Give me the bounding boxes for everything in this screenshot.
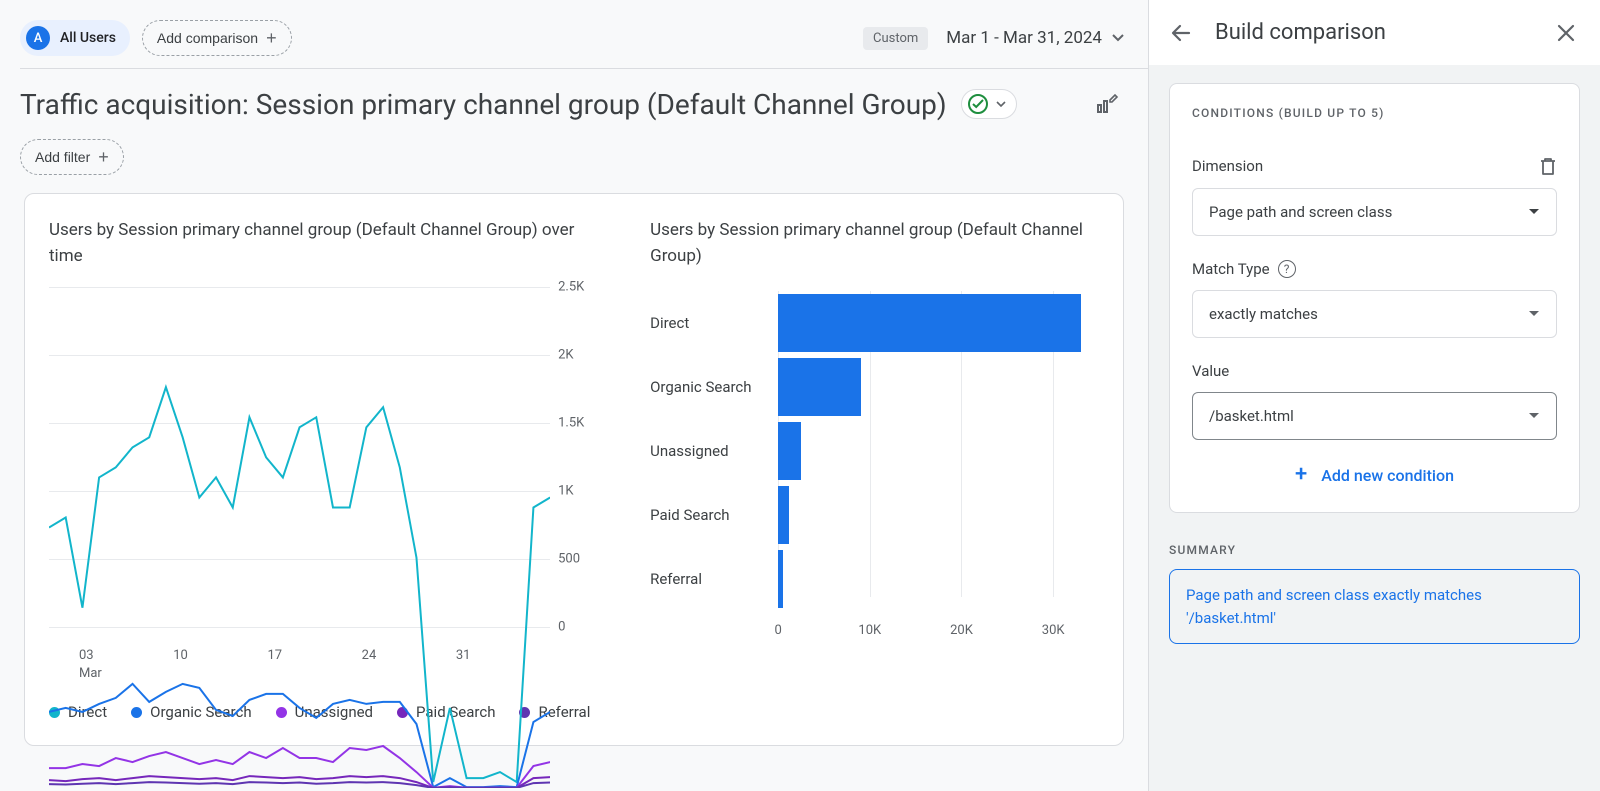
delete-condition-button[interactable] <box>1539 156 1557 176</box>
all-users-avatar: A <box>26 26 50 50</box>
chevron-down-icon <box>1528 310 1540 318</box>
help-icon[interactable]: ? <box>1278 260 1296 278</box>
dimension-select[interactable]: Page path and screen class <box>1192 188 1557 236</box>
add-comparison-label: Add comparison <box>157 30 258 46</box>
close-button[interactable] <box>1556 23 1576 43</box>
line-chart-title: Users by Session primary channel group (… <box>49 218 610 269</box>
arrow-left-icon <box>1169 21 1193 45</box>
close-icon <box>1556 23 1576 43</box>
value-label: Value <box>1192 362 1229 380</box>
customize-report-button[interactable] <box>1090 87 1124 121</box>
plus-icon: + <box>98 148 109 166</box>
top-bar: A All Users Add comparison + Custom Mar … <box>0 0 1148 68</box>
add-new-condition-label: Add new condition <box>1321 466 1454 485</box>
conditions-card: CONDITIONS (BUILD UP TO 5) Dimension Pag… <box>1169 83 1580 513</box>
conditions-header: CONDITIONS (BUILD UP TO 5) <box>1192 106 1557 120</box>
all-users-label: All Users <box>60 30 116 46</box>
bar-chart[interactable]: DirectOrganic SearchUnassignedPaid Searc… <box>650 287 1099 627</box>
bar-chart-title: Users by Session primary channel group (… <box>650 218 1099 269</box>
match-type-select[interactable]: exactly matches <box>1192 290 1557 338</box>
add-filter-button[interactable]: Add filter + <box>20 139 124 175</box>
panel-title: Build comparison <box>1215 20 1534 45</box>
add-filter-label: Add filter <box>35 149 90 165</box>
line-chart[interactable]: 05001K1.5K2K2.5K 0310172431 Mar <box>49 287 610 657</box>
date-custom-badge: Custom <box>863 27 928 50</box>
chevron-down-icon <box>1528 208 1540 216</box>
plus-icon: + <box>1295 464 1307 486</box>
build-comparison-panel: Build comparison CONDITIONS (BUILD UP TO… <box>1148 0 1600 791</box>
chevron-down-icon <box>1528 412 1540 420</box>
date-range-text: Mar 1 - Mar 31, 2024 <box>946 28 1102 48</box>
page-title: Traffic acquisition: Session primary cha… <box>20 88 947 121</box>
check-circle-icon <box>968 94 988 114</box>
plus-icon: + <box>266 29 277 47</box>
data-quality-button[interactable] <box>961 89 1017 119</box>
charts-card: Users by Session primary channel group (… <box>24 193 1124 746</box>
dimension-label: Dimension <box>1192 157 1263 175</box>
add-comparison-button[interactable]: Add comparison + <box>142 20 292 56</box>
back-button[interactable] <box>1169 21 1193 45</box>
chevron-down-icon <box>996 101 1006 107</box>
dimension-value: Page path and screen class <box>1209 203 1392 221</box>
match-type-label: Match Type ? <box>1192 260 1296 278</box>
all-users-chip[interactable]: A All Users <box>20 20 130 56</box>
trash-icon <box>1539 156 1557 176</box>
match-type-value: exactly matches <box>1209 305 1318 323</box>
date-range-picker[interactable]: Mar 1 - Mar 31, 2024 <box>946 28 1124 48</box>
bar-chart-pencil-icon <box>1095 92 1119 116</box>
summary-label: SUMMARY <box>1169 543 1580 557</box>
add-new-condition-button[interactable]: + Add new condition <box>1192 450 1557 490</box>
summary-pill[interactable]: Page path and screen class exactly match… <box>1169 569 1580 644</box>
value-select[interactable]: /basket.html <box>1192 392 1557 440</box>
value-value: /basket.html <box>1209 407 1294 425</box>
chevron-down-icon <box>1112 34 1124 42</box>
